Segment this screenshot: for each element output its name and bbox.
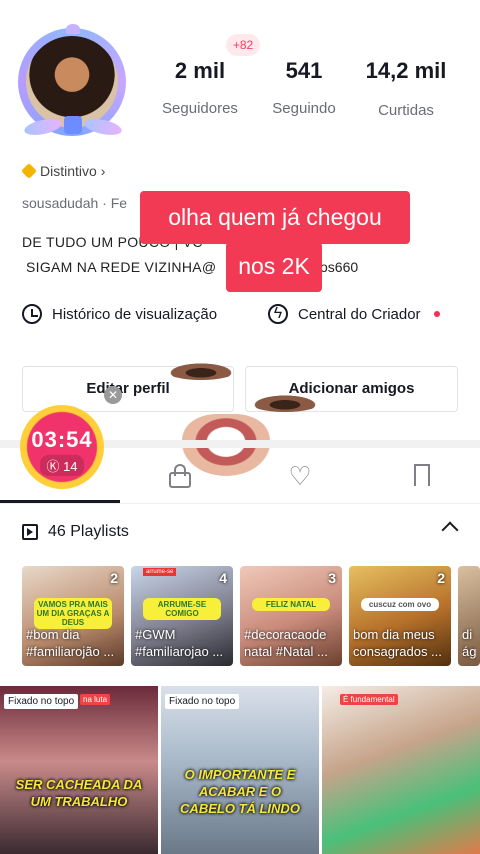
playlist-label: di ág	[462, 627, 476, 659]
playlist-label: #decoracaode natal #Natal ...	[244, 627, 328, 659]
video-caption: O IMPORTANTE E ACABAR E O CABELO TÁ LIND…	[180, 767, 300, 816]
likes-label: Curtidas	[378, 102, 434, 119]
playlist-count: 2	[437, 570, 445, 586]
playlist-sticker: ARRUME-SE COMIGO	[143, 598, 221, 620]
likes-stat[interactable]: 14,2 mil Curtidas	[356, 58, 456, 119]
playlist-tag: arrume-se	[143, 568, 177, 576]
video-thumbnail[interactable]: Fixado no topo O IMPORTANTE E ACABAR E O…	[161, 686, 319, 854]
crown-icon	[66, 24, 80, 34]
video-thumbnail[interactable]: Fixado no topo na luta SER CACHEADA DA U…	[0, 686, 158, 854]
creator-center-link[interactable]: ϟ Central do Criador	[268, 304, 440, 324]
tab-videos-indicator[interactable]	[0, 500, 120, 503]
bio-line-2: SIGAM NA REDE VIZINHA@	[26, 259, 217, 275]
profile-avatar[interactable]	[14, 24, 132, 142]
clock-icon	[22, 304, 42, 324]
badge-icon	[21, 163, 37, 179]
chevron-right-icon: ›	[100, 163, 106, 179]
pinned-label: Fixado no topo	[4, 694, 79, 709]
playlist-card[interactable]: di ág	[458, 566, 480, 666]
badge-link[interactable]: Distintivo ›	[21, 163, 106, 179]
playlist-label: #GWM #familiarojao ...	[135, 627, 224, 659]
likes-count: 14,2 mil	[365, 58, 447, 83]
bolt-icon: ϟ	[268, 304, 288, 324]
playlist-sticker: VAMOS PRA MAIS UM DIA GRAÇAS A DEUS	[34, 598, 112, 629]
playlist-card[interactable]: 2 VAMOS PRA MAIS UM DIA GRAÇAS A DEUS #b…	[22, 566, 124, 666]
pinned-label: Fixado no topo	[165, 694, 240, 709]
profile-tabs: ♡	[0, 448, 480, 504]
video-tag: na luta	[80, 694, 111, 705]
watch-history-link[interactable]: Histórico de visualização	[22, 304, 217, 324]
close-icon[interactable]: ✕	[104, 386, 122, 404]
playlist-icon	[22, 524, 38, 540]
caption-line-2: nos 2K	[226, 242, 322, 292]
playlists-header[interactable]: 46 Playlists	[22, 523, 129, 541]
followers-label: Seguidores	[162, 100, 238, 117]
playlist-card[interactable]: 3 FELIZ NATAL #decoracaode natal #Natal …	[240, 566, 342, 666]
bio-line-2-end: os660	[320, 259, 359, 275]
tab-saved[interactable]	[408, 462, 436, 490]
username: sousadudah · Fe	[22, 195, 128, 211]
playlist-card[interactable]: arrume-se 4 ARRUME-SE COMIGO #GWM #famil…	[131, 566, 233, 666]
following-stat[interactable]: 541 Seguindo	[254, 58, 354, 117]
chevron-up-icon[interactable]	[441, 521, 459, 539]
playlist-count: 4	[219, 570, 227, 586]
eye-sticker	[166, 362, 236, 380]
tab-private[interactable]	[166, 462, 194, 490]
new-followers-badge: +82	[226, 34, 260, 56]
bookmark-icon	[414, 464, 430, 486]
badge-label: Distintivo	[40, 163, 97, 179]
caption-line-1: olha quem já chegou	[140, 191, 410, 244]
eye-sticker	[250, 394, 320, 412]
creator-center-label: Central do Criador	[298, 305, 421, 323]
following-label: Seguindo	[272, 100, 336, 117]
playlist-sticker: FELIZ NATAL	[252, 598, 330, 611]
playlist-card[interactable]: 2 cuscuz com ovo bom dia meus consagrado…	[349, 566, 451, 666]
playlists-count-label: 46 Playlists	[48, 523, 129, 540]
playlist-label: bom dia meus consagrados ...	[353, 627, 442, 659]
playlist-count: 3	[328, 570, 336, 586]
notification-dot	[433, 311, 440, 317]
avatar-photo	[26, 36, 118, 128]
playlist-count: 2	[110, 570, 118, 586]
followers-stat[interactable]: 2 mil Seguidores	[150, 58, 250, 117]
heart-icon: ♡	[288, 461, 312, 491]
following-count: 541	[285, 58, 323, 83]
followers-count: 2 mil	[174, 58, 226, 83]
watch-history-label: Histórico de visualização	[52, 305, 218, 323]
video-caption: SER CACHEADA DA UM TRABALHO	[15, 777, 143, 809]
playlist-label: #bom dia #familiarojão ...	[26, 627, 115, 659]
tab-liked[interactable]: ♡	[286, 462, 314, 490]
wings-decoration-icon	[22, 116, 124, 138]
video-thumbnail[interactable]: É fundamental	[322, 686, 480, 854]
video-tag: É fundamental	[340, 694, 398, 705]
playlist-sticker: cuscuz com ovo	[361, 598, 439, 611]
